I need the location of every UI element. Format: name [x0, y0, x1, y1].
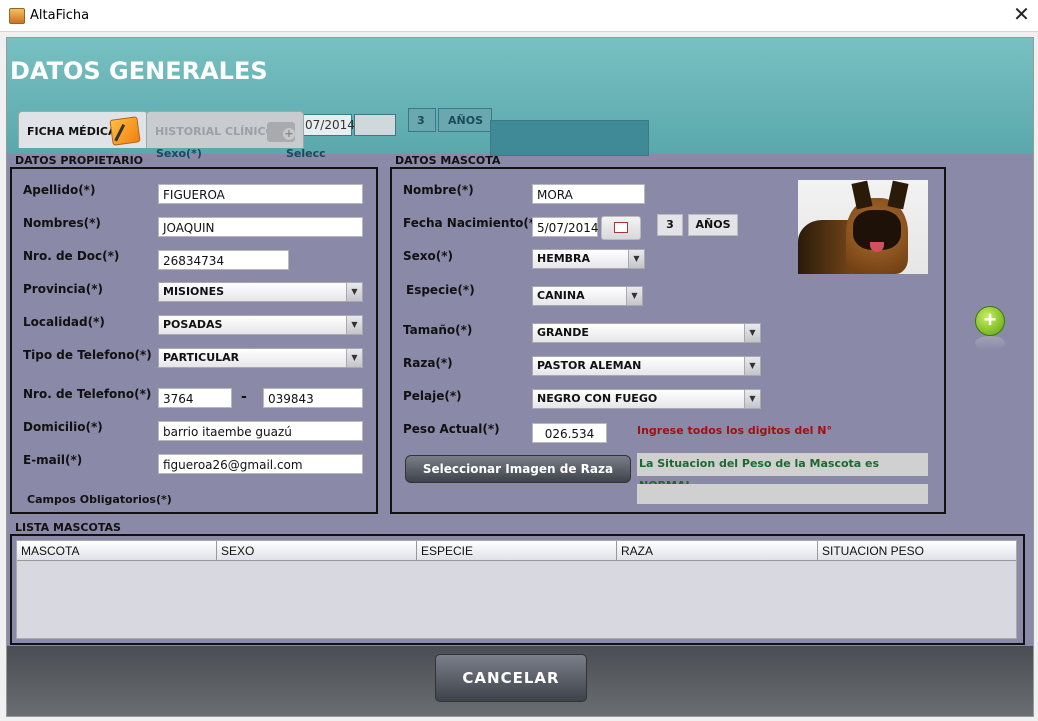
peso-label: Peso Actual(*)	[403, 422, 500, 436]
email-field[interactable]: figueroa26@gmail.com	[158, 454, 363, 474]
situacion-peso-bar: La Situacion del Peso de la Mascota es N…	[637, 453, 928, 492]
tamano-value: GRANDE	[537, 326, 589, 339]
pelaje-value: NEGRO CON FUEGO	[537, 392, 658, 405]
tab-historial-clinico-label: HISTORIAL CLÍNICO	[155, 125, 275, 138]
chevron-down-icon: ▼	[346, 316, 362, 334]
cancelar-button[interactable]: CANCELAR	[435, 654, 587, 702]
footer-bar: CANCELAR	[7, 646, 1033, 716]
notepad-icon	[109, 116, 141, 146]
localidad-select[interactable]: POSADAS ▼	[158, 315, 363, 335]
mascotas-table[interactable]: MASCOTA SEXO ESPECIE RAZA SITUACION PESO	[16, 540, 1017, 639]
tel-num-field[interactable]: 039843	[263, 388, 363, 408]
column-header-raza[interactable]: RAZA	[617, 541, 818, 561]
tipo-tel-select[interactable]: PARTICULAR ▼	[158, 348, 363, 368]
especie-value: CANINA	[537, 289, 585, 302]
window-title: AltaFicha	[30, 8, 90, 23]
plus-circle-icon[interactable]: +	[975, 306, 1005, 336]
fecha-nacimiento-field[interactable]: 5/07/2014	[532, 217, 599, 237]
tab-historial-clinico[interactable]: HISTORIAL CLÍNICO +	[146, 111, 304, 148]
chevron-down-icon: ▼	[628, 250, 644, 268]
localidad-value: POSADAS	[163, 318, 223, 331]
column-header-sexo[interactable]: SEXO	[217, 541, 417, 561]
tipo-tel-value: PARTICULAR	[163, 351, 240, 364]
section-lista-mascotas: LISTA MASCOTAS	[15, 521, 121, 534]
mascota-photo	[798, 180, 928, 274]
nombre-mascota-field[interactable]: MORA	[532, 184, 645, 204]
tipo-tel-label: Tipo de Telefono(*)	[23, 348, 152, 362]
tamano-label: Tamaño(*)	[403, 323, 473, 337]
provincia-label: Provincia(*)	[23, 282, 104, 296]
tel-area-field[interactable]: 3764	[158, 388, 232, 408]
sexo-select[interactable]: HEMBRA ▼	[532, 249, 645, 269]
ghost-age-unit: AÑOS	[448, 114, 483, 127]
tamano-select[interactable]: GRANDE ▼	[532, 323, 761, 343]
title-bar: AltaFicha ✕	[0, 0, 1038, 32]
doc-label: Nro. de Doc(*)	[23, 249, 120, 263]
main-frame: DATOS GENERALES 07/2014 3 AÑOS Sexo(*) S…	[6, 37, 1034, 717]
section-mascota: DATOS MASCOTA	[395, 154, 501, 167]
tel-label: Nro. de Telefono(*)	[23, 387, 152, 401]
domicilio-field[interactable]: barrio itaembe guazú	[158, 421, 363, 441]
page-title: DATOS GENERALES	[10, 57, 268, 85]
chevron-down-icon: ▼	[626, 287, 642, 305]
tab-ficha-medica[interactable]: FICHA MÉDICA	[18, 111, 148, 148]
email-label: E-mail(*)	[23, 453, 83, 467]
header-panel: DATOS GENERALES 07/2014 3 AÑOS Sexo(*) S…	[7, 38, 1033, 160]
chevron-down-icon: ▼	[346, 283, 362, 301]
peso-field[interactable]: 026.534	[532, 423, 607, 443]
column-header-situacion-peso[interactable]: SITUACION PESO	[818, 541, 1016, 561]
chevron-down-icon: ▼	[744, 390, 760, 408]
sexo-value: HEMBRA	[537, 252, 591, 265]
folder-add-icon: +	[267, 122, 295, 142]
ghost-calendar-icon	[354, 114, 396, 136]
ghost-sexo: Sexo(*)	[156, 147, 202, 160]
domicilio-label: Domicilio(*)	[23, 420, 103, 434]
pelaje-select[interactable]: NEGRO CON FUEGO ▼	[532, 389, 761, 409]
ghost-panel	[490, 120, 649, 156]
seleccionar-imagen-button[interactable]: Seleccionar Imagen de Raza	[405, 455, 631, 483]
sexo-label: Sexo(*)	[403, 249, 454, 263]
column-header-especie[interactable]: ESPECIE	[417, 541, 617, 561]
calendar-icon	[614, 222, 628, 233]
raza-select[interactable]: PASTOR ALEMAN ▼	[532, 356, 761, 376]
raza-label: Raza(*)	[403, 356, 453, 370]
raza-value: PASTOR ALEMAN	[537, 359, 642, 372]
tab-ficha-medica-label: FICHA MÉDICA	[27, 125, 117, 138]
apellido-label: Apellido(*)	[23, 183, 96, 197]
chevron-down-icon: ▼	[346, 349, 362, 367]
nombres-label: Nombres(*)	[23, 216, 101, 230]
situacion-peso-bar-2	[637, 484, 928, 504]
column-header-mascota[interactable]: MASCOTA	[17, 541, 217, 561]
ghost-date: 07/2014	[305, 118, 355, 132]
provincia-select[interactable]: MISIONES ▼	[158, 282, 363, 302]
peso-hint: Ingrese todos los digitos del N°	[637, 424, 832, 437]
doc-field[interactable]: 26834734	[158, 250, 289, 270]
fecha-nacimiento-label: Fecha Nacimiento(*)	[403, 216, 541, 230]
ghost-combo: Selecc	[286, 147, 326, 160]
pelaje-label: Pelaje(*)	[403, 389, 462, 403]
nombres-field[interactable]: JOAQUIN	[158, 217, 363, 237]
java-cup-icon	[9, 8, 25, 24]
ghost-age: 3	[417, 114, 425, 127]
especie-select[interactable]: CANINA ▼	[532, 286, 643, 306]
calendar-button[interactable]	[601, 216, 641, 240]
edad-unit: AÑOS	[688, 214, 738, 236]
provincia-value: MISIONES	[163, 285, 225, 298]
section-propietario: DATOS PROPIETARIO	[15, 154, 144, 167]
add-button-reflection	[975, 336, 1005, 350]
close-icon[interactable]: ✕	[1005, 0, 1038, 31]
tel-separator: -	[241, 389, 247, 405]
campos-obligatorios: Campos Obligatorios(*)	[27, 493, 172, 506]
nombre-mascota-label: Nombre(*)	[403, 183, 474, 197]
edad-value: 3	[657, 214, 683, 236]
apellido-field[interactable]: FIGUEROA	[158, 184, 363, 204]
chevron-down-icon: ▼	[744, 324, 760, 342]
localidad-label: Localidad(*)	[23, 315, 105, 329]
especie-label: Especie(*)	[406, 283, 475, 297]
chevron-down-icon: ▼	[744, 357, 760, 375]
